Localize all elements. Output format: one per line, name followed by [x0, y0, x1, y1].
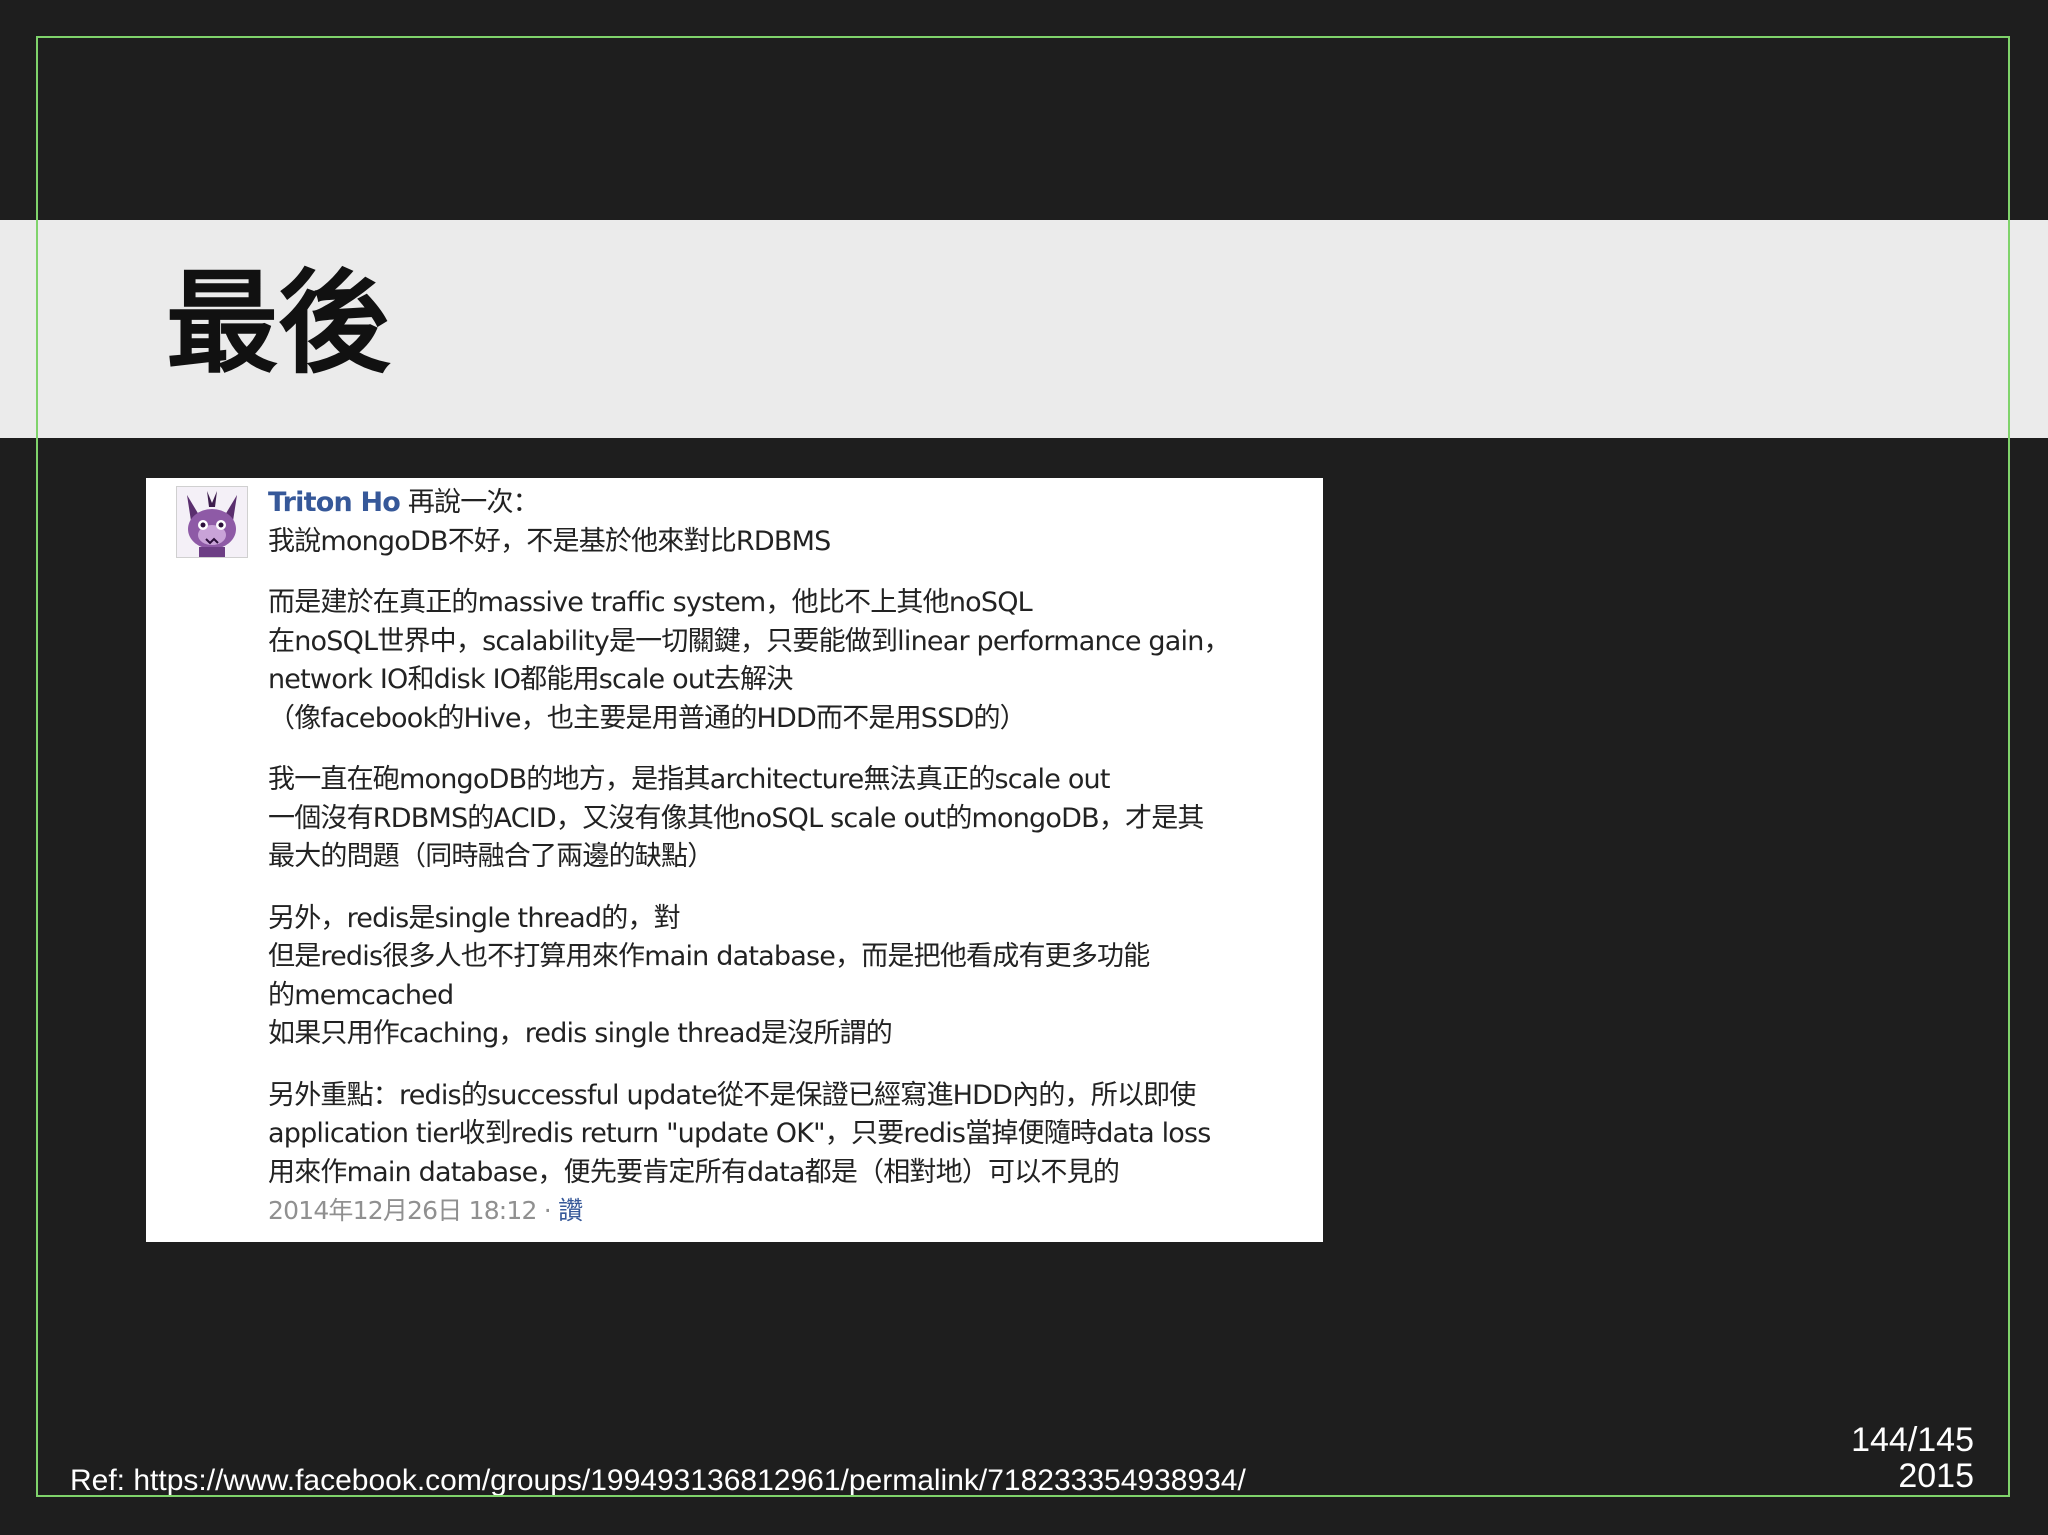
comment-line: 而是建於在真正的massive traffic system，他比不上其他noS…: [268, 587, 1033, 618]
purple-cat-avatar-icon: [177, 487, 247, 557]
slide-title: 最後: [166, 259, 390, 389]
page-number-block: 144/145 2015: [1851, 1422, 1974, 1494]
comment-body: Triton Ho 再說一次： 我說mongoDB不好，不是基於他來對比RDBM…: [268, 484, 1298, 1231]
comment-line: 在noSQL世界中，scalability是一切關鍵，只要能做到linear p…: [268, 625, 1231, 657]
comment-line: Triton Ho 再說一次：: [268, 487, 540, 518]
comment-line: 如果只用作caching，redis single thread是沒所謂的: [268, 1018, 893, 1049]
like-link[interactable]: 讚: [558, 1196, 583, 1225]
comment-line: 的memcached: [268, 979, 454, 1011]
slide-year: 2015: [1898, 1457, 1974, 1495]
facebook-comment-screenshot: Triton Ho 再說一次： 我說mongoDB不好，不是基於他來對比RDBM…: [146, 478, 1323, 1242]
reference-link[interactable]: Ref: https://www.facebook.com/groups/199…: [70, 1464, 1246, 1498]
comment-line: （像facebook的Hive，也主要是用普通的HDD而不是用SSD的）: [268, 702, 1027, 734]
author-link[interactable]: Triton Ho: [268, 487, 401, 518]
comment-line: 用來作main database，便先要肯定所有data都是（相對地）可以不見的: [268, 1156, 1120, 1188]
page-number: 144/145: [1851, 1421, 1974, 1459]
comment-line: 一個沒有RDBMS的ACID，又沒有像其他noSQL scale out的mon…: [268, 802, 1204, 834]
comment-line: 另外重點：redis的successful update從不是保證已經寫進HDD…: [268, 1079, 1196, 1111]
comment-line: application tier收到redis return "update O…: [268, 1118, 1211, 1149]
comment-line: 但是redis很多人也不打算用來作main database，而是把他看成有更多…: [268, 941, 1150, 972]
comment-meta: 2014年12月26日 18:12 · 讚: [268, 1192, 1298, 1231]
comment-line: network IO和disk IO都能用scale out去解決: [268, 664, 793, 695]
comment-line: 我一直在砲mongoDB的地方，是指其architecture無法真正的scal…: [268, 764, 1110, 795]
comment-line: 我說mongoDB不好，不是基於他來對比RDBMS: [268, 525, 831, 557]
comment-line: 另外，redis是single thread的，對: [268, 902, 681, 934]
comment-line: 最大的問題（同時融合了兩邊的缺點）: [268, 841, 714, 872]
avatar: [176, 486, 248, 558]
comment-timestamp: 2014年12月26日 18:12 ·: [268, 1196, 559, 1225]
